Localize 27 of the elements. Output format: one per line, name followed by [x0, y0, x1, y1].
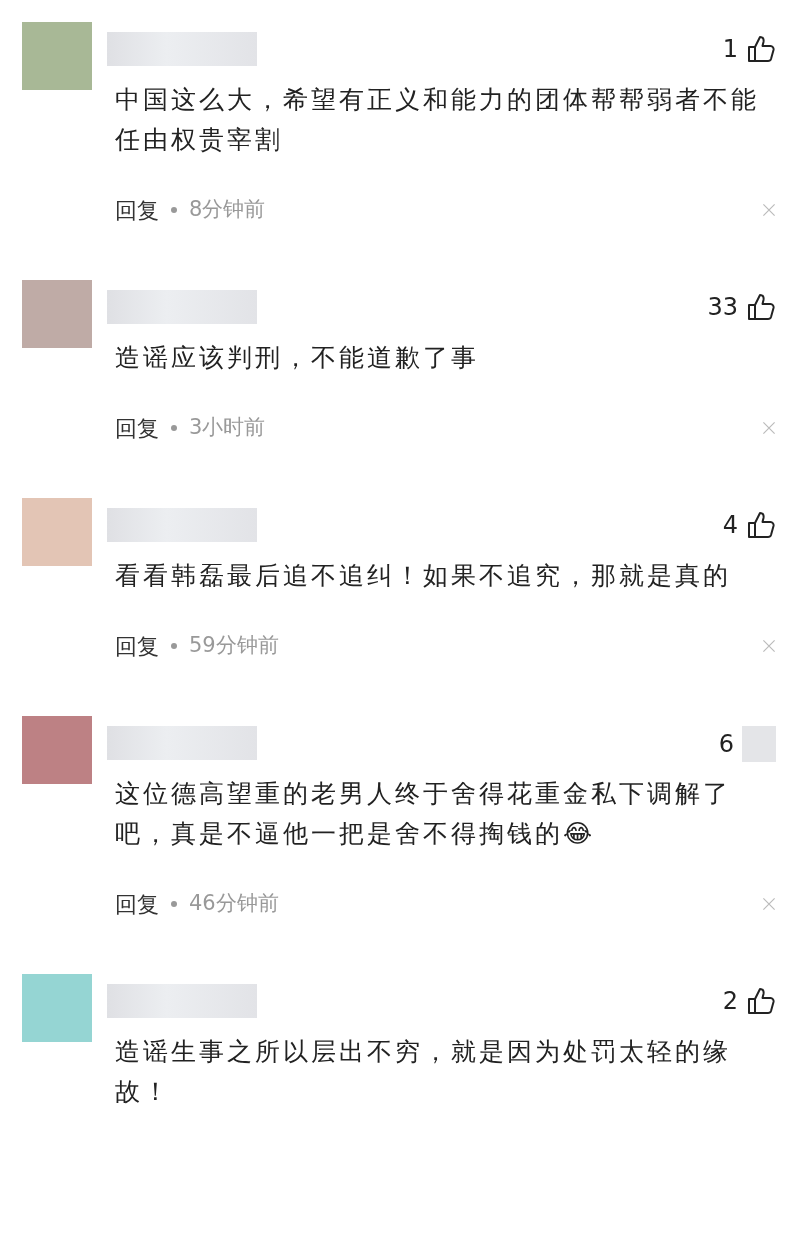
timestamp: 59分钟前 [189, 632, 279, 660]
like-count: 4 [722, 510, 738, 541]
like-count: 6 [718, 729, 734, 760]
reply-link[interactable]: 回复 [115, 193, 159, 227]
comment-text: 中国这么大，希望有正义和能力的团体帮帮弱者不能任由权贵宰割 [115, 84, 760, 156]
like-count: 1 [722, 34, 738, 65]
dot-icon [171, 207, 177, 213]
dot-icon [171, 643, 177, 649]
timestamp: 46分钟前 [189, 890, 279, 918]
reply-link[interactable]: 回复 [115, 629, 159, 663]
comment-text: 造谣应该判刑，不能道歉了事 [115, 342, 480, 374]
thumbs-up-icon[interactable] [746, 510, 776, 540]
thumbs-up-icon[interactable] [746, 34, 776, 64]
like-count: 33 [707, 292, 738, 323]
thumbs-up-icon[interactable] [746, 292, 776, 322]
timestamp: 3小时前 [189, 414, 266, 442]
reply-link[interactable]: 回复 [115, 887, 159, 921]
dot-icon [171, 901, 177, 907]
blurred-icon [742, 726, 776, 762]
dot-icon [171, 425, 177, 431]
thumbs-up-icon[interactable] [746, 986, 776, 1016]
comment-text: 造谣生事之所以层出不穷，就是因为处罚太轻的缘故！ [115, 1036, 732, 1108]
comment-text: 这位德高望重的老男人终于舍得花重金私下调解了吧，真是不逼他一把是舍不得掏钱的😂 [115, 778, 732, 850]
timestamp: 8分钟前 [189, 196, 266, 224]
like-count: 2 [722, 986, 738, 1017]
comment-text: 看看韩磊最后追不追纠！如果不追究，那就是真的 [115, 560, 732, 592]
reply-link[interactable]: 回复 [115, 411, 159, 445]
